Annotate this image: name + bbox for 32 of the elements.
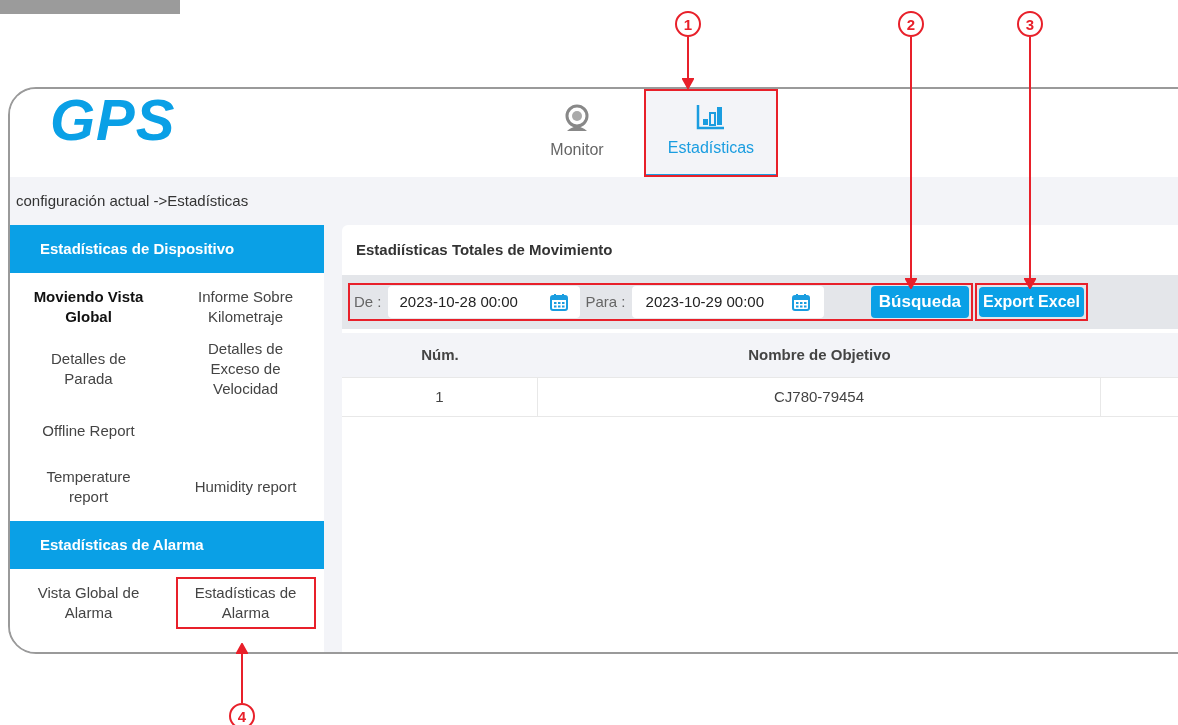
logo: GPS xyxy=(50,89,176,152)
callout-number: 1 xyxy=(675,11,701,37)
annotation-arrow xyxy=(682,37,694,89)
calendar-icon xyxy=(791,293,810,311)
from-label: De : xyxy=(354,291,382,312)
nav-tab[interactable]: Monitor xyxy=(510,89,644,177)
column-header: Núm. xyxy=(420,344,460,365)
sidebar-item[interactable]: Vista Global de Alarma xyxy=(18,577,159,629)
calendar-icon xyxy=(549,293,568,311)
callout-number: 3 xyxy=(1017,11,1043,37)
table-cell: 1 xyxy=(342,378,538,416)
to-label: Para : xyxy=(585,291,626,312)
sidebar-item[interactable]: Detalles de Parada xyxy=(18,337,159,401)
sidebar-item[interactable]: Moviendo Vista Global xyxy=(18,281,159,333)
sidebar-item[interactable]: Temperature report xyxy=(18,461,159,513)
date-field[interactable]: 2023-10-29 00:00 xyxy=(631,286,824,318)
sidebar-item[interactable]: Informe Sobre Kilometraje xyxy=(175,281,316,333)
table-cell: CJ780-79454 xyxy=(538,378,1101,416)
date-field[interactable]: 2023-10-28 00:00 xyxy=(387,286,580,318)
sidebar-item[interactable]: Estadísticas de Alarma xyxy=(175,577,316,629)
callout-number: 4 xyxy=(229,703,255,725)
breadcrumb: configuración actual ->Estadísticas xyxy=(16,190,249,211)
bar-chart-icon xyxy=(696,103,726,130)
sidebar-item[interactable]: Offline Report xyxy=(18,405,159,457)
annotation-arrow xyxy=(236,643,248,703)
column-header: Nombre de Objetivo xyxy=(747,344,892,365)
sidebar-section-header: Estadísticas de Dispositivo xyxy=(10,225,324,273)
panel-title: Estadiísticas Totales de Movimiento xyxy=(356,239,613,260)
sidebar-item[interactable]: Detalles de Exceso de Velocidad xyxy=(175,337,316,401)
sidebar-section-header: Estadísticas de Alarma xyxy=(10,521,324,569)
callout-number: 2 xyxy=(898,11,924,37)
sidebar-item[interactable]: Humidity report xyxy=(175,461,316,513)
